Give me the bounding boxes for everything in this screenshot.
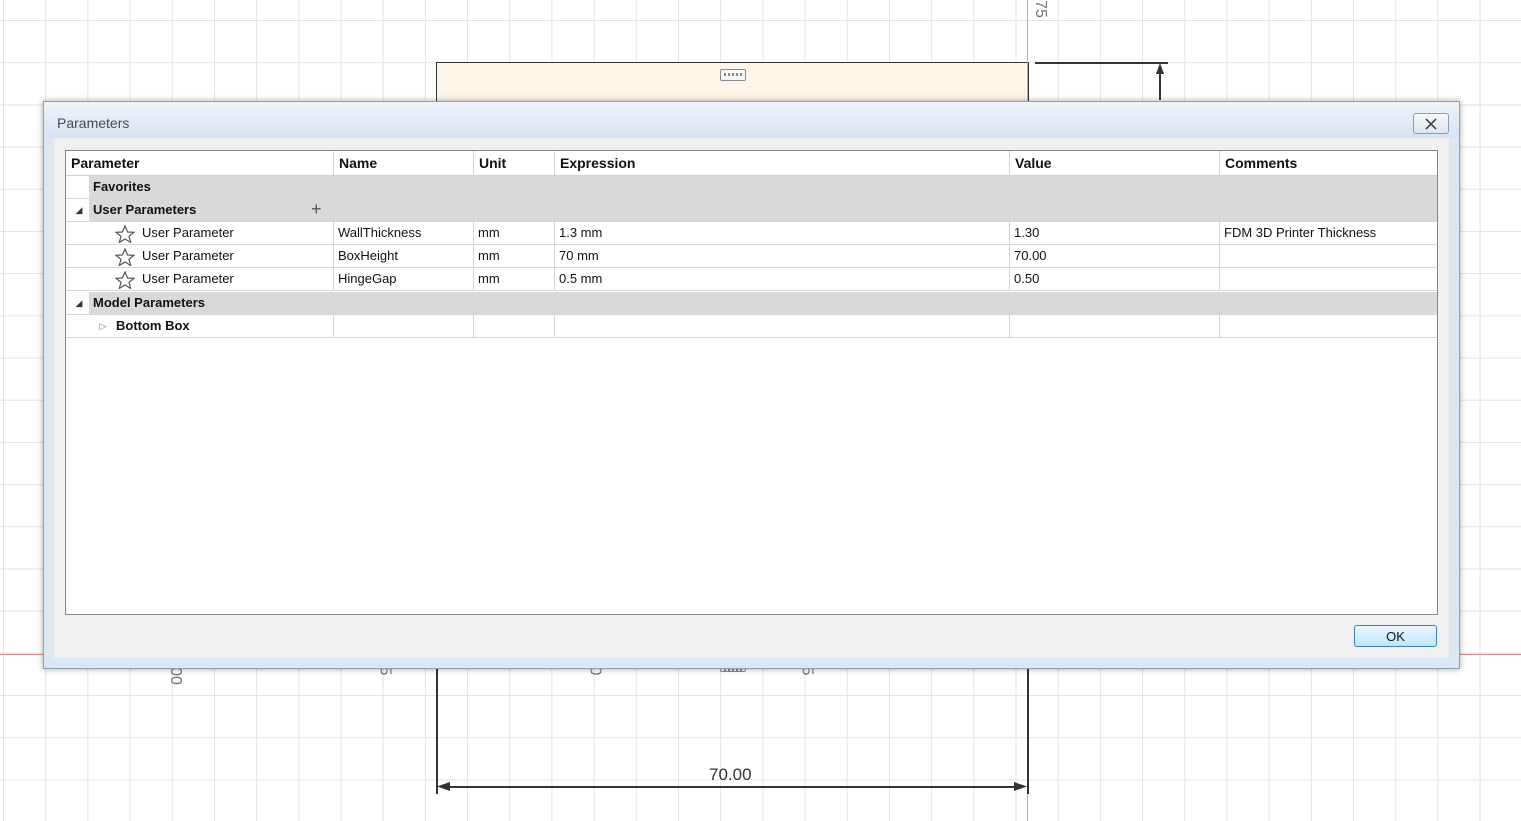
name-cell[interactable]: HingeGap [334, 268, 474, 290]
bottom-box-cell: Bottom Box [112, 315, 334, 337]
parameter-type-cell: User Parameter [138, 222, 334, 244]
name-cell[interactable]: WallThickness [334, 222, 474, 244]
empty-cell [1220, 292, 1437, 314]
table-row[interactable]: User Parameter WallThickness mm 1.3 mm 1… [66, 222, 1437, 245]
name-cell[interactable]: BoxHeight [334, 245, 474, 267]
empty-cell [1010, 315, 1220, 337]
tree-row-bottom-box[interactable]: ▷ Bottom Box [66, 315, 1437, 338]
empty-cell [1220, 315, 1437, 337]
ok-button[interactable]: OK [1354, 625, 1437, 647]
user-parameters-label: User Parameters [93, 202, 197, 217]
comments-cell[interactable]: FDM 3D Printer Thickness [1220, 222, 1437, 244]
user-parameters-cell: User Parameters + [89, 199, 334, 221]
expression-cell[interactable]: 1.3 mm [555, 222, 1010, 244]
group-row-model-parameters[interactable]: ◢ Model Parameters [66, 292, 1437, 315]
dialog-body: Parameter Name Unit Expression Value Com… [54, 138, 1449, 658]
top-axis-number: 75 [1031, 0, 1049, 18]
model-parameters-label: Model Parameters [93, 295, 205, 310]
y-axis-line [1027, 0, 1028, 100]
empty-cell [1220, 199, 1437, 221]
arrowhead-left-icon [437, 782, 450, 791]
bottom-axis-number-1: 00 [166, 667, 184, 685]
value-cell: 0.50 [1010, 268, 1220, 290]
empty-cell [334, 315, 474, 337]
column-header-comments[interactable]: Comments [1220, 151, 1437, 175]
add-parameter-icon[interactable]: + [311, 199, 322, 221]
dialog-titlebar[interactable]: Parameters [44, 102, 1459, 138]
bottom-box-label: Bottom Box [116, 318, 190, 333]
parameter-type-cell: User Parameter [138, 268, 334, 290]
empty-cell [334, 176, 474, 198]
collapse-triangle-icon[interactable]: ◢ [72, 292, 86, 314]
dimension-value[interactable]: 70.00 [709, 765, 752, 785]
expand-triangle-icon[interactable]: ▷ [96, 315, 110, 337]
collapse-triangle-icon[interactable]: ◢ [72, 199, 86, 221]
value-cell: 1.30 [1010, 222, 1220, 244]
dimension-extension-line [1035, 62, 1168, 64]
empty-cell [474, 176, 555, 198]
table-header: Parameter Name Unit Expression Value Com… [66, 151, 1437, 176]
empty-cell [555, 292, 1010, 314]
comments-cell[interactable] [1220, 245, 1437, 267]
empty-cell [334, 292, 474, 314]
empty-cell [1010, 176, 1220, 198]
x-axis-line-right [1460, 654, 1521, 655]
star-favorite-icon[interactable] [115, 248, 135, 266]
unit-cell[interactable]: mm [474, 268, 555, 290]
column-header-name[interactable]: Name [334, 151, 474, 175]
empty-cell [1010, 199, 1220, 221]
favorites-label: Favorites [93, 179, 151, 194]
arrowhead-up-icon [1156, 63, 1164, 74]
column-header-parameter[interactable]: Parameter [66, 151, 334, 175]
model-parameters-cell: Model Parameters [89, 292, 334, 314]
column-header-unit[interactable]: Unit [474, 151, 555, 175]
parameters-table[interactable]: Parameter Name Unit Expression Value Com… [65, 150, 1438, 615]
expression-cell[interactable]: 70 mm [555, 245, 1010, 267]
empty-cell [474, 292, 555, 314]
x-axis-line-left [0, 654, 43, 655]
unit-cell[interactable]: mm [474, 245, 555, 267]
empty-cell [555, 199, 1010, 221]
parameters-dialog: Parameters Parameter Name Unit Expressio… [43, 101, 1460, 669]
expression-cell[interactable]: 0.5 mm [555, 268, 1010, 290]
empty-cell [474, 315, 555, 337]
column-header-value[interactable]: Value [1010, 151, 1220, 175]
empty-cell [334, 199, 474, 221]
favorites-cell: Favorites [89, 176, 334, 198]
constraint-icon[interactable] [720, 69, 746, 81]
group-row-user-parameters[interactable]: ◢ User Parameters + [66, 199, 1437, 222]
empty-cell [555, 315, 1010, 337]
empty-cell [474, 199, 555, 221]
extension-line-left [436, 668, 438, 794]
unit-cell[interactable]: mm [474, 222, 555, 244]
column-header-expression[interactable]: Expression [555, 151, 1010, 175]
star-favorite-icon[interactable] [115, 271, 135, 289]
dimension-line [448, 786, 1016, 788]
star-favorite-icon[interactable] [115, 225, 135, 243]
extension-line-right [1027, 668, 1029, 794]
group-row-favorites[interactable]: Favorites [66, 176, 1437, 199]
table-row[interactable]: User Parameter BoxHeight mm 70 mm 70.00 [66, 245, 1437, 268]
arrowhead-right-icon [1014, 782, 1027, 791]
empty-cell [1010, 292, 1220, 314]
sketch-profile[interactable] [436, 62, 1029, 103]
empty-cell [1220, 176, 1437, 198]
parameter-type-cell: User Parameter [138, 245, 334, 267]
comments-cell[interactable] [1220, 268, 1437, 290]
value-cell: 70.00 [1010, 245, 1220, 267]
dialog-title: Parameters [57, 115, 130, 131]
empty-cell [555, 176, 1010, 198]
close-icon [1425, 117, 1437, 130]
table-row[interactable]: User Parameter HingeGap mm 0.5 mm 0.50 [66, 268, 1437, 291]
close-button[interactable] [1413, 113, 1449, 134]
